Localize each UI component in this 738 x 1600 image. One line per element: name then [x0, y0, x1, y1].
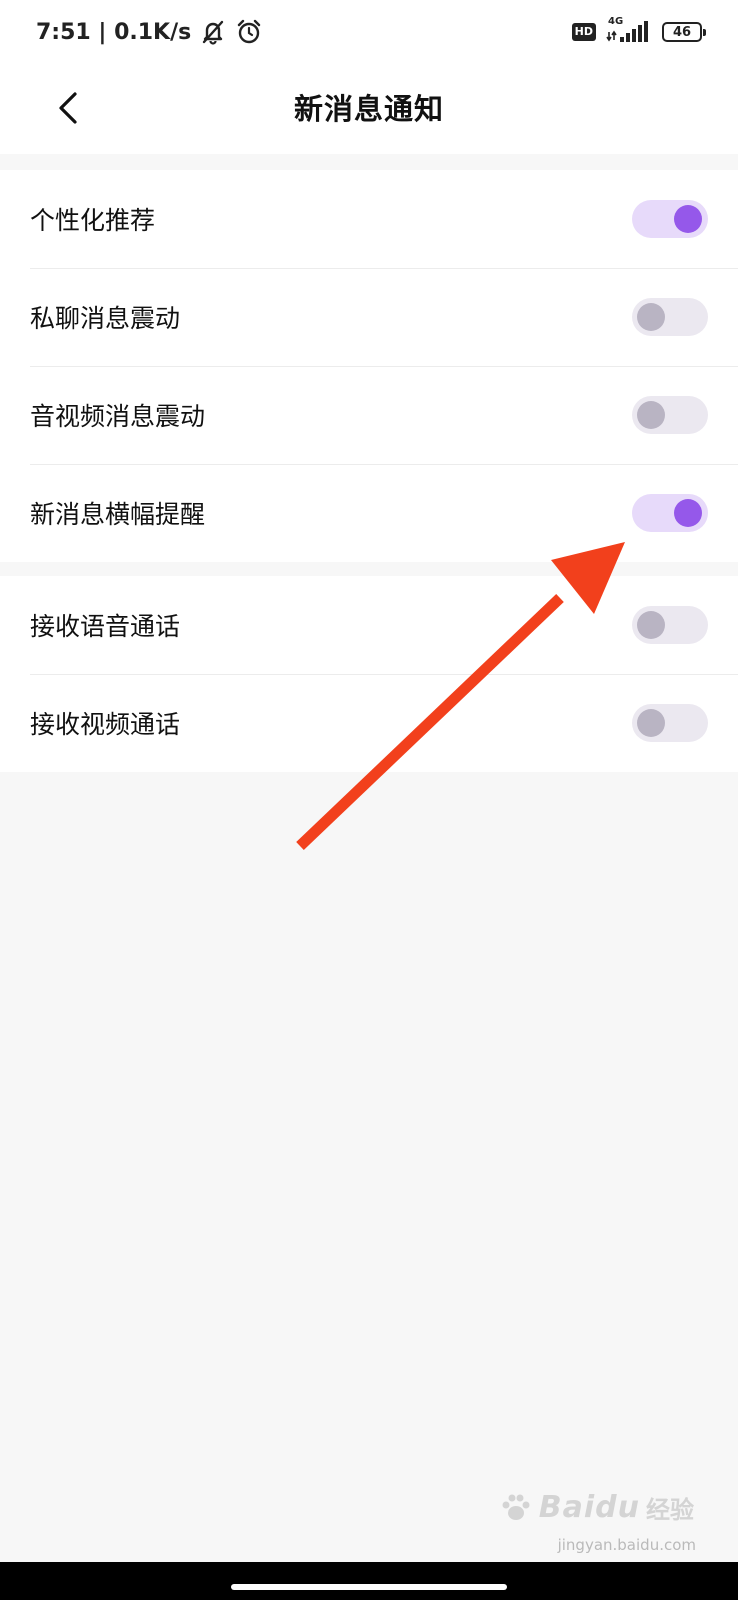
- bell-off-icon: [199, 18, 227, 46]
- baidu-watermark: Baidu 经验: [499, 1490, 694, 1525]
- setting-row-personalized-recommendation: 个性化推荐: [0, 170, 738, 268]
- setting-label: 接收视频通话: [30, 710, 181, 739]
- setting-row-av-message-vibration: 音视频消息震动: [0, 366, 738, 464]
- setting-row-banner-alert: 新消息横幅提醒: [0, 464, 738, 562]
- banner-alert-toggle[interactable]: [632, 494, 708, 532]
- private-chat-vibration-toggle[interactable]: [632, 298, 708, 336]
- av-message-vibration-toggle[interactable]: [632, 396, 708, 434]
- toggle-knob: [637, 709, 665, 737]
- nav-bar: 新消息通知: [0, 64, 738, 154]
- status-left: 7:51 | 0.1K/s: [36, 16, 263, 48]
- paw-logo-icon: [502, 1494, 530, 1520]
- settings-group-notifications: 个性化推荐 私聊消息震动 音视频消息震动 新消息横幅提醒: [0, 170, 738, 562]
- toggle-knob: [674, 205, 702, 233]
- setting-row-receive-voice-call: 接收语音通话: [0, 576, 738, 674]
- setting-row-private-chat-vibration: 私聊消息震动: [0, 268, 738, 366]
- setting-label: 新消息横幅提醒: [30, 500, 206, 529]
- toggle-knob: [637, 611, 665, 639]
- toggle-knob: [637, 303, 665, 331]
- home-indicator[interactable]: [231, 1584, 507, 1590]
- hd-badge: HD: [571, 23, 596, 41]
- receive-voice-call-toggle[interactable]: [632, 606, 708, 644]
- receive-video-call-toggle[interactable]: [632, 704, 708, 742]
- toggle-knob: [637, 401, 665, 429]
- battery-level: 46: [672, 24, 692, 40]
- toggle-knob: [674, 499, 702, 527]
- setting-label: 私聊消息震动: [30, 304, 181, 333]
- watermark-brand: Baidu: [538, 1490, 640, 1525]
- status-time-speed: 7:51 | 0.1K/s: [36, 19, 192, 45]
- settings-group-calls: 接收语音通话 接收视频通话: [0, 576, 738, 772]
- signal-icon: 4G: [606, 16, 652, 46]
- watermark-url: jingyan.baidu.com: [557, 1536, 696, 1554]
- setting-label: 个性化推荐: [30, 206, 156, 235]
- status-right: HD 4G 46: [571, 16, 706, 48]
- page-title: 新消息通知: [293, 92, 444, 126]
- status-bar: 7:51 | 0.1K/s HD 4G 46: [0, 0, 738, 64]
- setting-row-receive-video-call: 接收视频通话: [0, 674, 738, 772]
- setting-label: 接收语音通话: [30, 612, 181, 641]
- watermark-cn: 经验: [646, 1496, 694, 1524]
- battery-icon: 46: [662, 22, 706, 42]
- setting-label: 音视频消息震动: [30, 402, 206, 431]
- system-navigation-bar: [0, 1562, 738, 1600]
- personalized-recommendation-toggle[interactable]: [632, 200, 708, 238]
- alarm-clock-icon: [235, 18, 263, 46]
